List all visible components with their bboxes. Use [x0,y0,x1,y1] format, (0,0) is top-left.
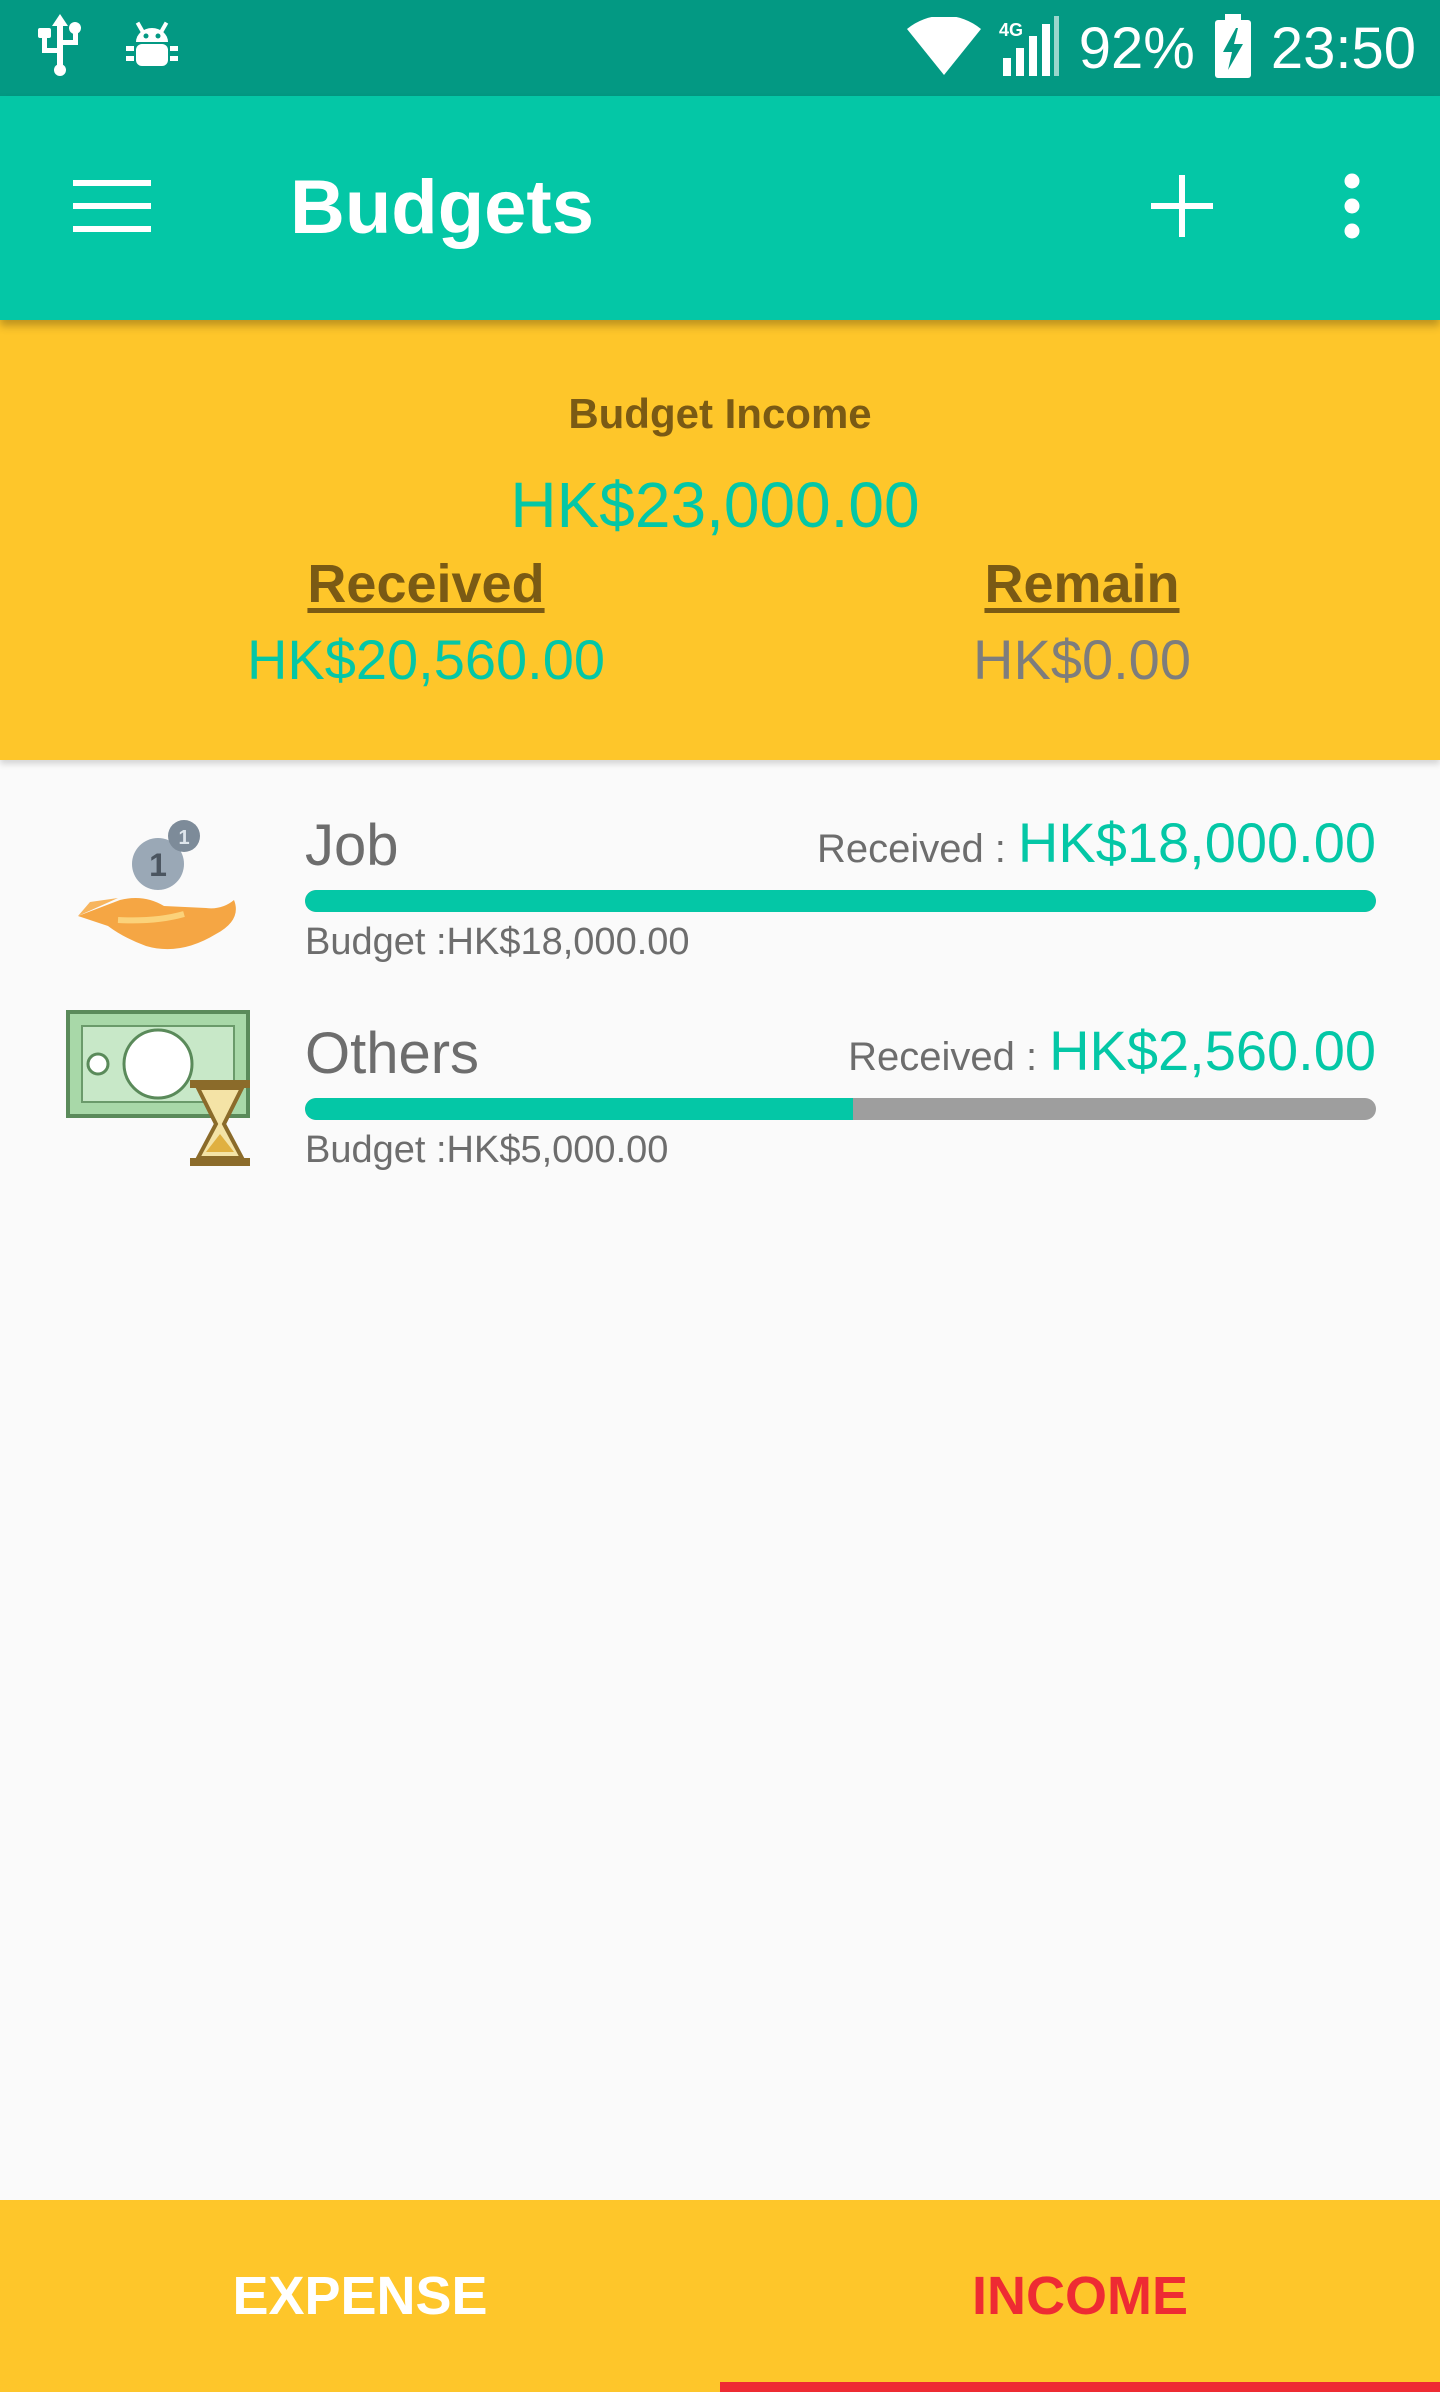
menu-icon [73,179,151,237]
tab-expense-label: EXPENSE [232,2266,488,2326]
list-item[interactable]: 1 1 Job Received : HK$18,000.00 Budget :… [0,780,1440,980]
selected-tab-indicator [720,2382,1440,2392]
battery-charging-icon [1213,13,1253,83]
remain-summary: Remain HK$0.00 [782,552,1382,700]
add-icon [1151,174,1213,242]
summary-total: HK$23,000.00 [510,469,920,541]
battery-percent: 92% [1078,15,1195,81]
item-name: Job [305,813,399,878]
svg-text:4G: 4G [999,20,1023,40]
list-item[interactable]: Others Received : HK$2,560.00 Budget :HK… [0,988,1440,1188]
item-name: Others [305,1021,480,1086]
item-received-value: HK$18,000.00 [1017,811,1376,874]
item-received-label: Received : [848,1035,1038,1079]
add-button[interactable] [1130,156,1234,260]
tab-income[interactable]: INCOME [720,2200,1440,2392]
remain-label: Remain [984,554,1180,614]
summary-title: Budget Income [568,390,872,437]
item-received-label: Received : [816,827,1006,871]
clock: 23:50 [1270,15,1416,81]
cash-hourglass-icon [60,998,260,1178]
item-received: Received : HK$18,000.00 [817,810,1376,875]
received-value: HK$20,560.00 [246,628,606,691]
hand-coins-icon: 1 1 [60,798,260,978]
menu-button[interactable] [60,156,164,260]
received-summary: Received HK$20,560.00 [126,552,726,700]
svg-text:1: 1 [178,827,189,849]
android-debug-icon [124,18,180,79]
item-budget: Budget :HK$5,000.00 [305,1129,669,1171]
progress-bar [305,1098,1376,1120]
received-label: Received [307,554,545,614]
item-budget: Budget :HK$18,000.00 [305,921,690,963]
signal-icon: 4G [999,14,1061,83]
tab-income-label: INCOME [972,2266,1188,2326]
progress-bar [305,890,1376,912]
item-received: Received : HK$2,560.00 [848,1018,1376,1083]
wifi-icon [906,15,981,80]
progress-fill [305,1098,854,1120]
budget-summary: Budget Income HK$23,000.00 Received HK$2… [0,320,1440,760]
page-title: Budgets [290,165,594,250]
more-vert-icon [1342,173,1362,244]
item-received-value: HK$2,560.00 [1049,1019,1376,1082]
status-bar: 4G 92% 23:50 [0,0,1440,96]
svg-text:1: 1 [149,847,167,883]
more-options-button[interactable] [1300,156,1404,260]
app-bar: Budgets [0,96,1440,320]
progress-fill [305,890,1376,912]
bottom-tabs: EXPENSE INCOME [0,2200,1440,2392]
remain-value: HK$0.00 [973,628,1191,691]
tab-expense[interactable]: EXPENSE [0,2200,720,2392]
usb-icon [36,13,84,83]
